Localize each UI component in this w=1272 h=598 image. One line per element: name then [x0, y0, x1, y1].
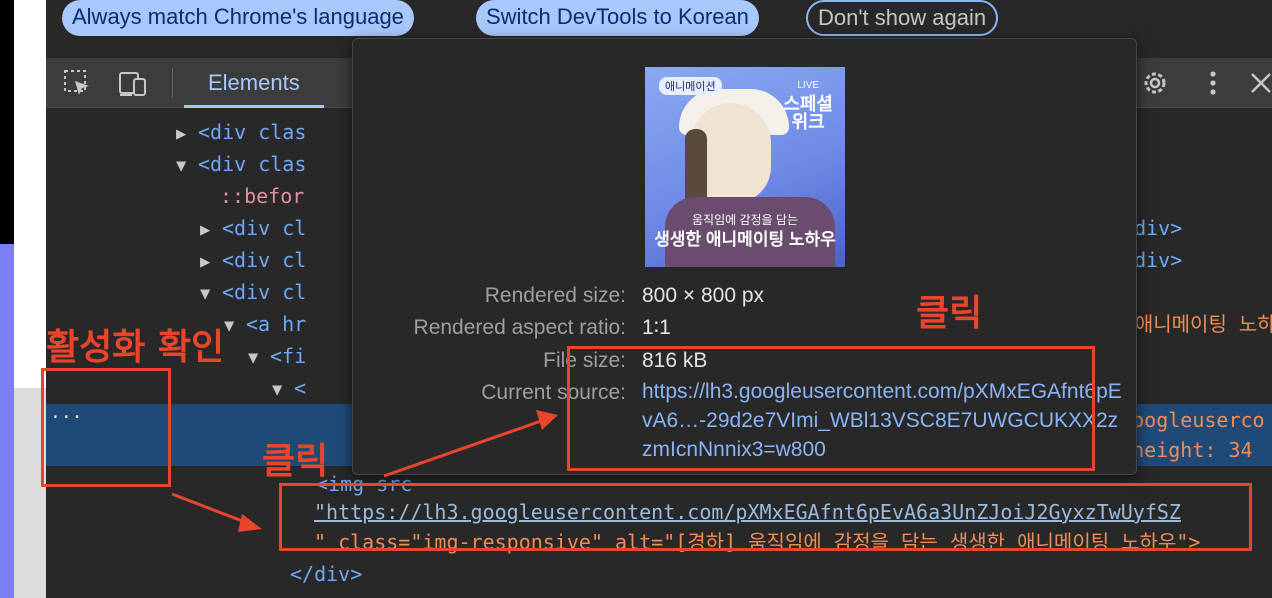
more-vertical-icon[interactable]: [1198, 68, 1228, 98]
toolbar-separator: [172, 68, 173, 98]
image-thumbnail: 애니메이션 LIVE 스페셜 위크 움직임에 감정을 담는 생생한 애니메이팅 노하…: [645, 67, 845, 267]
img-src-highlight-box: [279, 483, 1252, 551]
rendered-size-row: Rendered size: 800 × 800 px: [484, 284, 765, 307]
language-infobar: Always match Chrome's language Switch De…: [46, 0, 1272, 38]
expand-triangle-icon[interactable]: ▼: [200, 278, 222, 310]
activation-check-annotation: 활성화 확인: [46, 327, 225, 368]
switch-korean-button[interactable]: Switch DevTools to Korean: [476, 0, 759, 36]
left-page-strip: [0, 0, 46, 598]
device-toolbar-icon[interactable]: [118, 68, 148, 98]
tab-elements[interactable]: Elements: [184, 58, 324, 108]
expand-triangle-icon[interactable]: ▼: [272, 374, 294, 406]
expand-triangle-icon[interactable]: ▶: [200, 246, 222, 278]
page-edge-blue: [0, 244, 14, 598]
close-icon[interactable]: [1246, 68, 1272, 98]
current-source-highlight-box: [567, 346, 1095, 471]
expand-triangle-icon[interactable]: ▼: [248, 342, 270, 374]
tree-row-close-div[interactable]: </div>: [46, 558, 1272, 590]
special-week-badge: LIVE 스페셜 위크: [783, 80, 833, 132]
expand-triangle-icon[interactable]: ▶: [176, 118, 198, 150]
expand-triangle-icon[interactable]: ▶: [200, 214, 222, 246]
dont-show-again-button[interactable]: Don't show again: [806, 0, 999, 36]
page-edge-black: [0, 0, 14, 244]
expand-triangle-icon[interactable]: ▼: [224, 310, 246, 342]
click-annotation-top: 클릭: [916, 293, 983, 334]
aspect-ratio-row: Rendered aspect ratio: 1∶1: [413, 316, 671, 339]
click-annotation-bottom: 클릭: [262, 441, 329, 482]
gear-icon[interactable]: [1140, 68, 1170, 98]
select-element-icon[interactable]: [62, 68, 92, 98]
activation-highlight-box: [41, 368, 171, 487]
match-language-button[interactable]: Always match Chrome's language: [62, 0, 414, 36]
expand-triangle-icon[interactable]: ▼: [176, 150, 198, 182]
